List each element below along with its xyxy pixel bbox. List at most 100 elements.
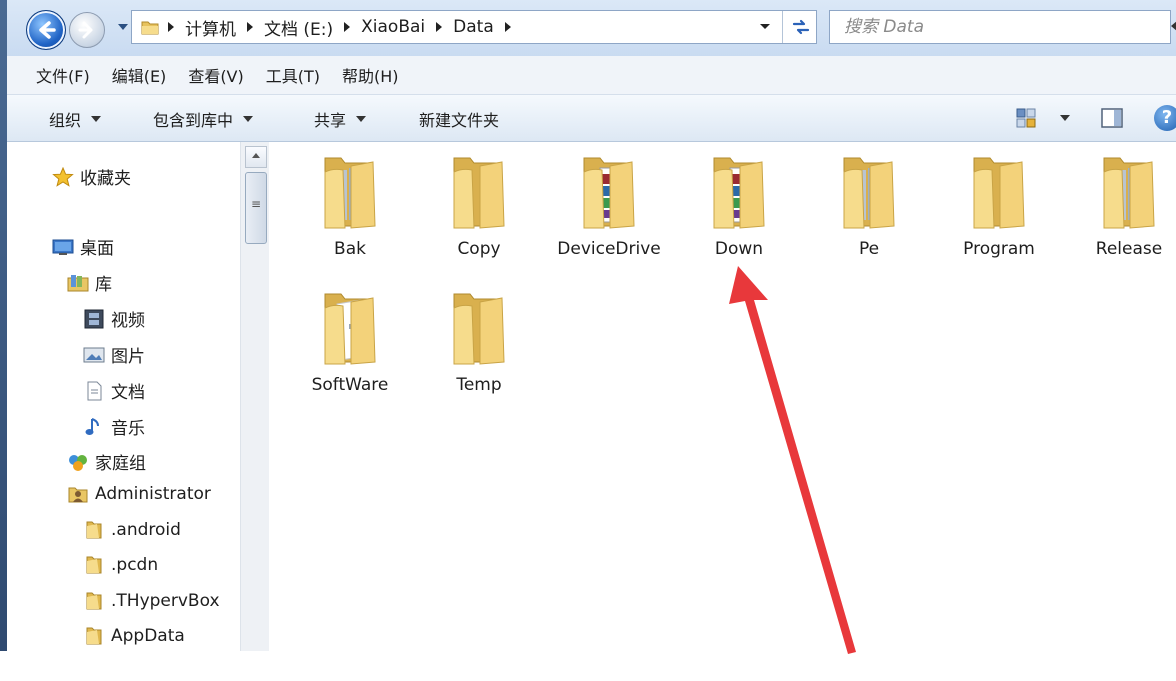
menu-file[interactable]: 文件(F) xyxy=(36,63,90,87)
breadcrumb-separator-icon[interactable] xyxy=(344,22,351,32)
nav-favorites-label: 收藏夹 xyxy=(80,169,131,189)
nav-folder-label: .pcdn xyxy=(111,555,159,575)
nav-folder-appdata[interactable]: AppData xyxy=(83,626,185,646)
folder-icon xyxy=(453,157,505,229)
breadcrumb-computer[interactable]: 计算机 xyxy=(185,15,236,40)
include-in-library-button[interactable]: 包含到库中 xyxy=(153,107,254,131)
explorer-window: 计算机 文档 (E:) XiaoBai Data 搜索 Data 文件(F) 编… xyxy=(0,0,1176,651)
nav-folder-android[interactable]: .android xyxy=(83,520,181,540)
nav-documents-label: 文档 xyxy=(111,383,145,403)
search-box[interactable] xyxy=(829,10,1171,44)
dropdown-icon xyxy=(356,116,367,122)
folder-icon xyxy=(843,157,895,229)
refresh-button[interactable] xyxy=(782,11,817,43)
nav-folder-pcdn[interactable]: .pcdn xyxy=(83,555,158,575)
folder-icon xyxy=(141,21,159,35)
folder-item[interactable]: Program xyxy=(944,154,1054,262)
nav-administrator-label: Administrator xyxy=(95,484,211,504)
music-note-icon xyxy=(85,417,99,435)
breadcrumb-separator-icon[interactable] xyxy=(504,22,511,32)
include-library-label: 包含到库中 xyxy=(153,111,234,130)
nav-documents[interactable]: 文档 xyxy=(83,378,145,403)
forward-button[interactable] xyxy=(69,12,105,48)
nav-libraries-label: 库 xyxy=(95,275,112,295)
menu-tools[interactable]: 工具(T) xyxy=(266,63,320,87)
breadcrumb-data[interactable]: Data xyxy=(453,17,494,37)
menu-view[interactable]: 查看(V) xyxy=(188,63,243,87)
folder-item[interactable]: SoftWare xyxy=(295,290,405,398)
menu-edit[interactable]: 编辑(E) xyxy=(112,63,167,87)
address-history-dropdown-icon[interactable] xyxy=(758,19,772,33)
document-icon xyxy=(87,381,102,400)
folder-item[interactable]: Pe xyxy=(814,154,924,262)
nav-pane-scrollbar[interactable] xyxy=(240,142,270,651)
organize-button[interactable]: 组织 xyxy=(49,107,102,131)
folder-icon xyxy=(86,521,102,539)
refresh-icon xyxy=(792,19,810,35)
breadcrumb-separator-icon[interactable] xyxy=(168,22,174,32)
folder-icon xyxy=(1103,157,1155,229)
folder-icon xyxy=(713,157,765,229)
nav-homegroup[interactable]: 家庭组 xyxy=(67,449,146,474)
command-bar: 组织 包含到库中 共享 新建文件夹 ? xyxy=(7,95,1176,142)
nav-libraries[interactable]: 库 xyxy=(67,270,112,295)
folder-name: DeviceDrive xyxy=(557,239,661,259)
folder-name: Pe xyxy=(858,239,880,259)
nav-pictures[interactable]: 图片 xyxy=(83,342,145,367)
view-dropdown-icon[interactable] xyxy=(1060,115,1070,121)
edge-triangle-icon xyxy=(1171,20,1176,32)
back-button[interactable] xyxy=(26,10,66,50)
folder-name: Copy xyxy=(457,239,501,259)
folder-name: Temp xyxy=(456,375,502,395)
folder-item[interactable]: Bak xyxy=(295,154,405,262)
folder-item[interactable]: Down xyxy=(684,154,794,262)
new-folder-label: 新建文件夹 xyxy=(419,111,500,130)
search-input[interactable] xyxy=(842,15,1156,39)
folder-icon xyxy=(453,293,505,365)
address-bar-area: 计算机 文档 (E:) XiaoBai Data xyxy=(7,0,1176,57)
folder-name: Bak xyxy=(334,239,366,259)
nav-music[interactable]: 音乐 xyxy=(83,414,145,439)
recent-pages-dropdown-icon[interactable] xyxy=(117,20,129,34)
help-icon[interactable]: ? xyxy=(1154,105,1176,131)
folder-item[interactable]: Temp xyxy=(424,290,534,398)
nav-folder-thypervbox[interactable]: .THypervBox xyxy=(83,591,220,611)
nav-folder-label: .THypervBox xyxy=(111,591,220,611)
share-button[interactable]: 共享 xyxy=(314,107,367,131)
folder-icon xyxy=(86,556,102,574)
dropdown-icon xyxy=(91,116,102,122)
homegroup-icon xyxy=(69,454,87,471)
folder-icon xyxy=(324,293,376,365)
change-view-icon[interactable] xyxy=(1015,107,1037,129)
breadcrumb-drive-e[interactable]: 文档 (E:) xyxy=(264,15,333,40)
user-folder-icon xyxy=(68,487,88,503)
nav-folder-label: AppData xyxy=(111,626,185,646)
breadcrumb-separator-icon[interactable] xyxy=(247,22,253,32)
menu-help[interactable]: 帮助(H) xyxy=(342,63,399,87)
nav-desktop[interactable]: 桌面 xyxy=(52,234,114,259)
share-label: 共享 xyxy=(314,111,347,130)
new-folder-button[interactable]: 新建文件夹 xyxy=(419,107,499,131)
breadcrumb: 计算机 文档 (E:) XiaoBai Data xyxy=(164,15,522,40)
folder-item[interactable]: Copy xyxy=(424,154,534,262)
video-icon xyxy=(84,309,104,328)
file-view: Bak Copy DeviceDrive Down Pe Program Release So… xyxy=(269,142,1176,651)
nav-administrator[interactable]: Administrator xyxy=(67,484,211,504)
folder-name: Program xyxy=(963,239,1035,259)
preview-pane-icon[interactable] xyxy=(1100,107,1124,129)
breadcrumb-separator-icon[interactable] xyxy=(436,22,443,32)
nav-favorites[interactable]: 收藏夹 xyxy=(52,164,131,189)
nav-videos[interactable]: 视频 xyxy=(83,306,145,331)
bottom-margin xyxy=(0,651,1176,681)
folder-item[interactable]: Release xyxy=(1074,154,1176,262)
address-box[interactable]: 计算机 文档 (E:) XiaoBai Data xyxy=(131,10,817,44)
folder-icon xyxy=(324,157,376,229)
folder-name: Release xyxy=(1095,239,1163,259)
breadcrumb-xiaobai[interactable]: XiaoBai xyxy=(361,17,425,37)
organize-label: 组织 xyxy=(49,111,82,130)
folder-item[interactable]: DeviceDrive xyxy=(554,154,664,262)
scroll-up-arrow-icon[interactable] xyxy=(245,146,267,168)
scrollbar-thumb[interactable] xyxy=(245,172,267,244)
library-icon xyxy=(67,274,89,291)
folder-icon xyxy=(86,627,102,645)
